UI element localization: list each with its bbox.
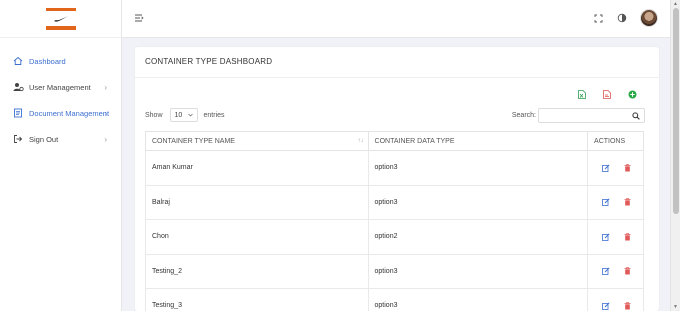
cell-actions <box>587 288 644 311</box>
table-row: Aman Kumar option3 <box>145 150 644 186</box>
entries-control: Show 10 entries <box>145 108 225 122</box>
cell-data-type: option3 <box>367 253 589 289</box>
sign-out-icon <box>12 133 24 145</box>
add-icon[interactable] <box>627 89 637 99</box>
cell-name: Balraj <box>145 184 369 220</box>
entries-label: entries <box>203 111 225 119</box>
chevron-right-icon: › <box>104 134 107 144</box>
sort-icon: ↑↓ <box>357 138 364 144</box>
sidebar-item-user-management[interactable]: User Management › <box>0 74 121 100</box>
cell-actions <box>587 219 644 255</box>
table-header-row: CONTAINER TYPE NAME ↑↓ CONTAINER DATA TY… <box>145 131 644 151</box>
sidebar-item-label: Dashboard <box>29 56 66 66</box>
home-icon <box>12 55 24 67</box>
theme-toggle-icon[interactable] <box>616 12 628 24</box>
cell-name: Testing_2 <box>145 253 369 289</box>
sidebar-nav: Dashboard User Management › Document Man… <box>0 38 121 152</box>
page-title: CONTAINER TYPE DASHBOARD <box>145 57 273 66</box>
cell-actions <box>587 150 644 186</box>
sidebar-item-label: User Management <box>29 82 91 92</box>
avatar[interactable] <box>640 9 658 27</box>
sidebar-item-dashboard[interactable]: Dashboard <box>0 48 121 74</box>
cell-data-type: option2 <box>367 219 589 255</box>
document-icon <box>12 107 24 119</box>
edit-icon[interactable] <box>602 267 610 276</box>
delete-icon[interactable] <box>624 163 632 172</box>
edit-icon[interactable] <box>602 198 610 207</box>
column-header-data-type[interactable]: CONTAINER DATA TYPE <box>367 131 589 151</box>
cell-actions <box>587 184 644 220</box>
table-row: Testing_3 option3 <box>145 288 644 311</box>
scrollbar-thumb[interactable] <box>673 8 679 214</box>
sidebar-item-label: Sign Out <box>29 134 59 144</box>
menu-toggle-icon[interactable] <box>134 13 146 25</box>
cell-actions <box>587 253 644 289</box>
cell-name: Testing_3 <box>145 288 369 311</box>
card-actions <box>562 89 637 99</box>
container-type-card: CONTAINER TYPE DASHBOARD Show 10 entries… <box>135 47 659 311</box>
search-input[interactable] <box>538 108 645 123</box>
delete-icon[interactable] <box>624 232 632 241</box>
scroll-up-icon[interactable]: ▲ <box>673 1 678 7</box>
entries-value: 10 <box>174 111 183 119</box>
export-excel-icon[interactable] <box>577 89 587 99</box>
top-header <box>122 0 670 38</box>
delete-icon[interactable] <box>624 198 632 206</box>
search-control: Search: <box>512 108 645 123</box>
table-row: Balraj option3 <box>145 184 644 220</box>
edit-icon[interactable] <box>602 233 610 241</box>
table-row: Testing_2 option3 <box>145 253 644 289</box>
edit-icon[interactable] <box>602 302 610 310</box>
delete-icon[interactable] <box>624 267 632 275</box>
edit-icon[interactable] <box>602 164 610 172</box>
table-row: Chon option2 <box>145 219 644 255</box>
sidebar-item-sign-out[interactable]: Sign Out › <box>0 126 121 152</box>
search-label: Search: <box>511 112 536 119</box>
entries-select[interactable]: 10 <box>169 108 198 122</box>
cell-data-type: option3 <box>367 184 589 220</box>
show-label: Show <box>145 111 163 119</box>
header-actions <box>580 9 658 27</box>
users-gear-icon <box>12 81 24 93</box>
container-types-table: CONTAINER TYPE NAME ↑↓ CONTAINER DATA TY… <box>145 131 644 311</box>
export-pdf-icon[interactable] <box>602 89 612 99</box>
fullscreen-icon[interactable] <box>592 12 604 24</box>
sidebar: Dashboard User Management › Document Man… <box>0 0 122 311</box>
chevron-right-icon: › <box>104 108 107 118</box>
sidebar-item-document-management[interactable]: Document Management › <box>0 100 121 126</box>
logo-area <box>0 0 121 38</box>
delete-icon[interactable] <box>624 301 632 310</box>
cell-name: Aman Kumar <box>145 150 369 186</box>
page-scrollbar[interactable]: ▲ ▼ <box>670 0 680 311</box>
search-icon[interactable] <box>632 112 640 120</box>
column-header-actions: ACTIONS <box>587 131 644 151</box>
chevron-down-icon <box>187 112 193 119</box>
chevron-right-icon: › <box>104 82 107 92</box>
cell-name: Chon <box>145 219 369 255</box>
scroll-down-icon[interactable]: ▼ <box>673 304 678 310</box>
sidebar-item-label: Document Management <box>29 108 110 118</box>
divider <box>135 77 659 78</box>
brand-logo[interactable] <box>45 7 76 30</box>
cell-data-type: option3 <box>367 288 589 311</box>
cell-data-type: option3 <box>367 150 589 186</box>
column-header-name[interactable]: CONTAINER TYPE NAME ↑↓ <box>145 131 369 151</box>
